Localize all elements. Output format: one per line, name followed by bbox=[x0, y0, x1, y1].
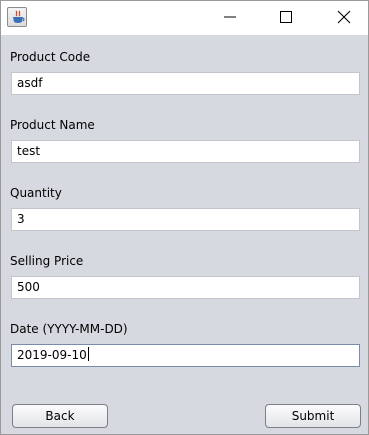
quantity-label: Quantity bbox=[10, 186, 62, 200]
date-label: Date (YYYY-MM-DD) bbox=[10, 322, 128, 336]
selling-price-label: Selling Price bbox=[10, 254, 84, 268]
product-name-label: Product Name bbox=[10, 118, 95, 132]
text-caret bbox=[87, 347, 89, 361]
close-button[interactable] bbox=[321, 1, 367, 33]
minimize-button[interactable] bbox=[207, 1, 253, 33]
product-code-field[interactable]: asdf bbox=[11, 72, 360, 95]
application-window: Product Code asdf Product Name test Quan… bbox=[0, 0, 369, 435]
form-panel: Product Code asdf Product Name test Quan… bbox=[1, 35, 368, 434]
maximize-button[interactable] bbox=[263, 1, 309, 33]
back-button[interactable]: Back bbox=[12, 404, 108, 428]
java-cup-icon[interactable] bbox=[7, 7, 27, 27]
close-icon bbox=[337, 10, 351, 24]
minimize-icon bbox=[224, 16, 236, 18]
title-bar[interactable] bbox=[1, 1, 368, 35]
date-field[interactable]: 2019-09-10 bbox=[11, 344, 360, 367]
product-name-field[interactable]: test bbox=[11, 140, 360, 163]
selling-price-field[interactable]: 500 bbox=[11, 276, 360, 299]
date-field-value: 2019-09-10 bbox=[17, 348, 87, 362]
submit-button[interactable]: Submit bbox=[265, 404, 361, 428]
maximize-icon bbox=[280, 11, 292, 23]
product-code-label: Product Code bbox=[10, 50, 91, 64]
quantity-field[interactable]: 3 bbox=[11, 208, 360, 231]
